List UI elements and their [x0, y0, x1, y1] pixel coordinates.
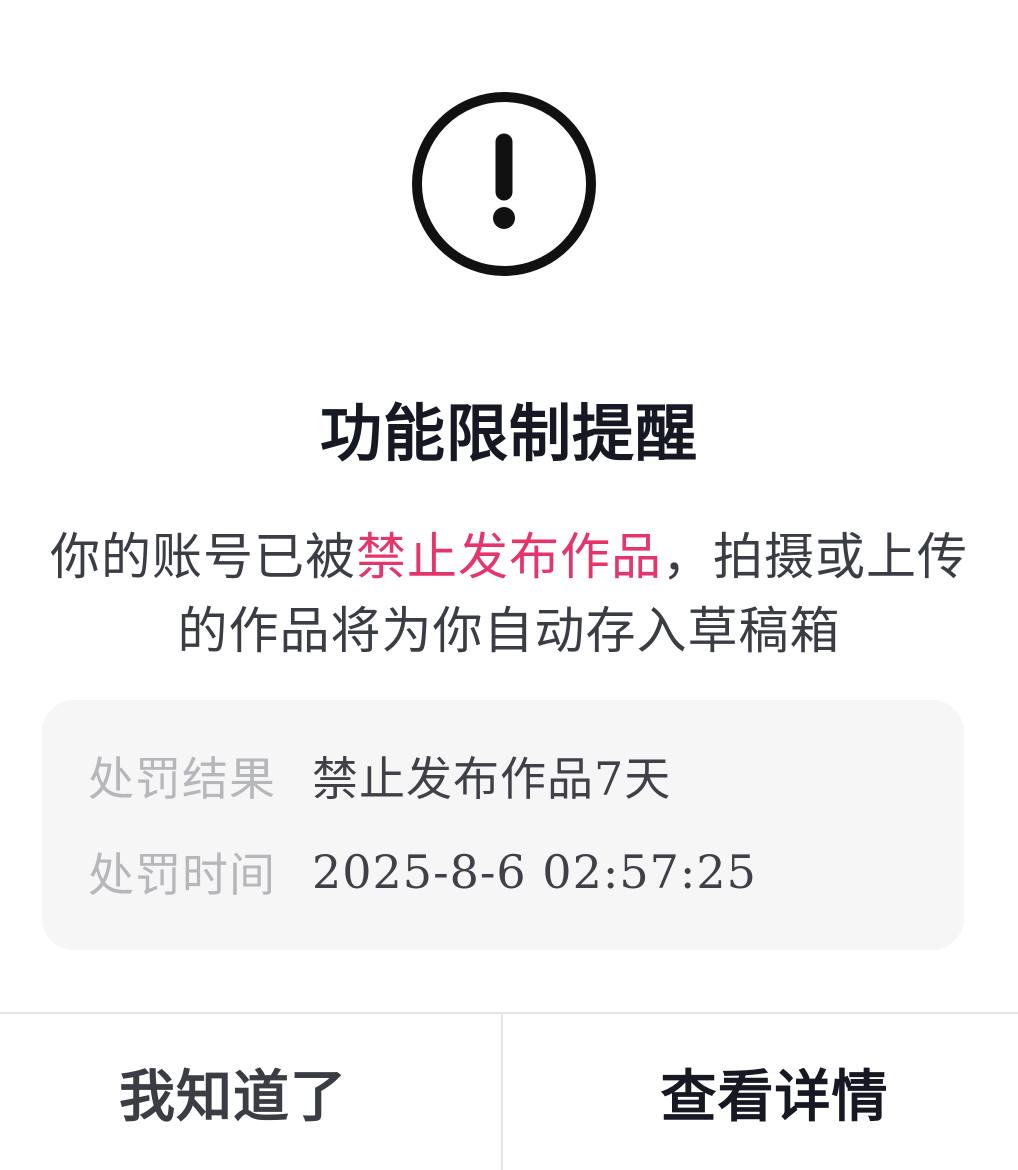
penalty-result-value: 禁止发布作品7天 — [312, 752, 672, 806]
penalty-time-row: 处罚时间 2025-8-6 02:57:25 — [88, 842, 757, 902]
dialog-message: 你的账号已被禁止发布作品，拍摄或上传的作品将为你自动存入草稿箱 — [40, 520, 978, 668]
penalty-result-label: 处罚结果 — [88, 752, 276, 806]
penalty-time-value: 2025-8-6 02:57:25 — [312, 845, 757, 899]
exclamation-circle-icon — [408, 88, 600, 280]
penalty-info-box: 处罚结果 禁止发布作品7天 处罚时间 2025-8-6 02:57:25 — [42, 700, 964, 950]
dialog-title: 功能限制提醒 — [319, 397, 698, 470]
message-prefix: 你的账号已被 — [50, 528, 356, 586]
restriction-dialog: 功能限制提醒 你的账号已被禁止发布作品，拍摄或上传的作品将为你自动存入草稿箱 处… — [0, 0, 1018, 1170]
penalty-time-label: 处罚时间 — [88, 848, 276, 902]
message-highlight: 禁止发布作品 — [356, 528, 662, 586]
button-divider-vertical — [501, 1014, 503, 1170]
penalty-result-row: 处罚结果 禁止发布作品7天 — [88, 746, 671, 806]
dismiss-button[interactable]: 我知道了 — [0, 1014, 466, 1170]
view-details-button[interactable]: 查看详情 — [547, 1014, 1002, 1170]
